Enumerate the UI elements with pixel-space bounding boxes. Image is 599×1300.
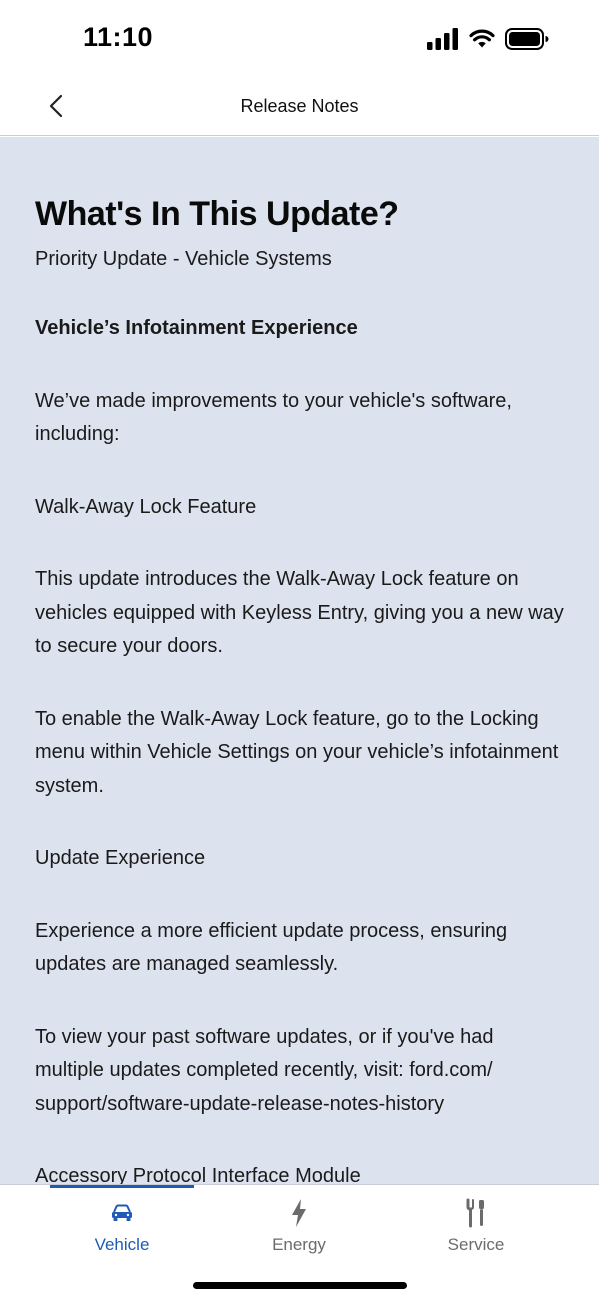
nav-bar: Release Notes xyxy=(0,80,599,136)
release-note-paragraph: We’ve made improvements to your vehicle'… xyxy=(35,389,512,446)
lightning-icon xyxy=(290,1197,308,1229)
tools-icon xyxy=(465,1197,487,1229)
tab-label: Energy xyxy=(272,1235,326,1254)
cellular-signal-icon xyxy=(427,28,459,55)
update-heading: What's In This Update? xyxy=(35,195,399,233)
update-subheading: Priority Update - Vehicle Systems xyxy=(35,248,332,270)
release-note-paragraph: This update introduces the Walk-Away Loc… xyxy=(35,568,564,657)
tab-energy[interactable]: Energy xyxy=(227,1185,371,1265)
status-bar: 11:10 xyxy=(0,0,599,80)
release-note-paragraph: Experience a more efficient update proce… xyxy=(35,919,508,976)
car-icon xyxy=(110,1197,134,1229)
section-heading: Vehicle’s Infotainment Experience xyxy=(35,317,358,339)
status-icons xyxy=(427,28,549,55)
release-note-paragraph: Walk-Away Lock Feature xyxy=(35,495,257,518)
tab-service[interactable]: Service xyxy=(404,1185,548,1265)
release-note-paragraph: Accessory Protocol Interface Module xyxy=(35,1165,361,1184)
release-note-paragraph: Update Experience xyxy=(35,847,206,869)
wifi-icon xyxy=(469,29,495,54)
battery-icon xyxy=(505,28,549,55)
tab-label: Vehicle xyxy=(94,1235,150,1254)
home-indicator[interactable] xyxy=(193,1282,407,1289)
release-note-paragraph: To view your past software updates, or i… xyxy=(35,1025,494,1115)
status-time: 11:10 xyxy=(83,22,154,52)
release-note-paragraph: To enable the Walk-Away Lock feature, go… xyxy=(35,707,559,797)
tab-vehicle[interactable]: Vehicle xyxy=(50,1185,194,1265)
bottom-tab-bar: Vehicle Energy Service xyxy=(0,1184,599,1300)
tab-label: Service xyxy=(447,1235,505,1254)
release-notes-content[interactable]: What's In This Update? Priority Update -… xyxy=(0,137,599,1184)
page-title: Release Notes xyxy=(240,96,359,116)
